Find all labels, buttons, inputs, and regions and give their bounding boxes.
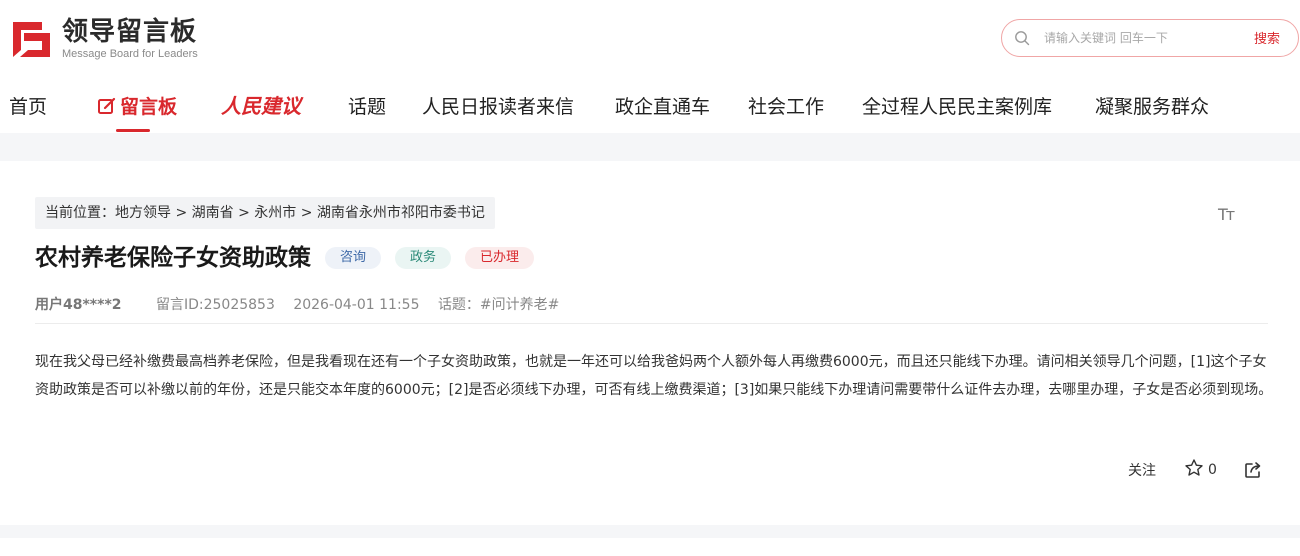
post-author[interactable]: 用户48****2 (35, 297, 122, 313)
like-button[interactable]: 0 (1184, 458, 1217, 482)
logo-title: 领导留言板 (62, 17, 198, 47)
nav-item-message-board[interactable]: 留言板 (97, 92, 177, 121)
site-logo[interactable]: 领导留言板 Message Board for Leaders (10, 17, 198, 61)
main-nav: 首页 留言板 人民建议 话题 人民日报读者来信 政企直通车 社会工作 全过程人民… (0, 84, 1300, 133)
like-count: 0 (1208, 462, 1217, 478)
breadcrumb-separator: > (296, 205, 317, 221)
post-datetime: 2026-04-01 11:55 (293, 297, 420, 313)
logo-icon (10, 17, 53, 60)
post-body: 现在我父母已经补缴费最高档养老保险，但是我看现在还有一个子女资助政策，也就是一年… (35, 354, 1273, 398)
message-id: 留言ID:25025853 (155, 297, 275, 313)
nav-item-suggestions[interactable]: 人民建议 (221, 90, 301, 119)
title-row: 农村养老保险子女资助政策 咨询 政务 已办理 (35, 242, 535, 274)
search-box: 搜索 (1001, 19, 1299, 57)
tag-government-affairs: 政务 (395, 247, 452, 269)
breadcrumb-item[interactable]: 湖南省永州市祁阳市委书记 (317, 205, 485, 221)
message-card: 当前位置：地方领导 > 湖南省 > 永州市 > 湖南省永州市祁阳市委书记 Tт … (0, 161, 1300, 525)
nav-active-indicator (116, 129, 150, 132)
font-size-toggle[interactable]: Tт (1218, 205, 1235, 224)
logo-subtitle: Message Board for Leaders (62, 48, 198, 60)
nav-item-democracy-cases[interactable]: 全过程人民民主案例库 (862, 92, 1052, 119)
next-section (0, 538, 1300, 556)
divider (35, 323, 1268, 324)
breadcrumb-item[interactable]: 永州市 (254, 205, 296, 221)
nav-item-enterprise-express[interactable]: 政企直通车 (615, 92, 710, 119)
status-badge: 已办理 (465, 247, 535, 269)
breadcrumb-prefix: 当前位置： (45, 205, 115, 221)
search-button[interactable]: 搜索 (1254, 28, 1280, 47)
nav-item-topics[interactable]: 话题 (348, 92, 386, 119)
nav-item-home[interactable]: 首页 (9, 92, 47, 119)
site-header: 领导留言板 Message Board for Leaders 搜索 首页 留言… (0, 0, 1300, 133)
post-title: 农村养老保险子女资助政策 (35, 245, 311, 271)
follow-button[interactable]: 关注 (1128, 460, 1156, 480)
nav-item-social-work[interactable]: 社会工作 (748, 92, 824, 119)
post-topic[interactable]: 话题：#问计养老# (438, 297, 559, 313)
share-icon[interactable] (1243, 460, 1263, 480)
breadcrumb-separator: > (171, 205, 192, 221)
edit-icon (97, 96, 117, 121)
nav-item-message-board-label: 留言板 (120, 96, 178, 118)
breadcrumb-item[interactable]: 湖南省 (192, 205, 234, 221)
search-icon (1014, 30, 1030, 46)
nav-item-readers-letters[interactable]: 人民日报读者来信 (422, 92, 574, 119)
star-icon (1184, 458, 1204, 482)
nav-item-serve-people[interactable]: 凝聚服务群众 (1095, 92, 1209, 119)
breadcrumb: 当前位置：地方领导 > 湖南省 > 永州市 > 湖南省永州市祁阳市委书记 (35, 197, 495, 229)
search-input[interactable] (1044, 28, 1234, 48)
breadcrumb-item[interactable]: 地方领导 (115, 205, 171, 221)
breadcrumb-separator: > (233, 205, 255, 221)
post-meta: 用户48****2 留言ID:25025853 2026-04-01 11:55… (35, 294, 559, 314)
tag-consult: 咨询 (325, 247, 382, 269)
post-actions: 关注 0 (1128, 458, 1263, 482)
